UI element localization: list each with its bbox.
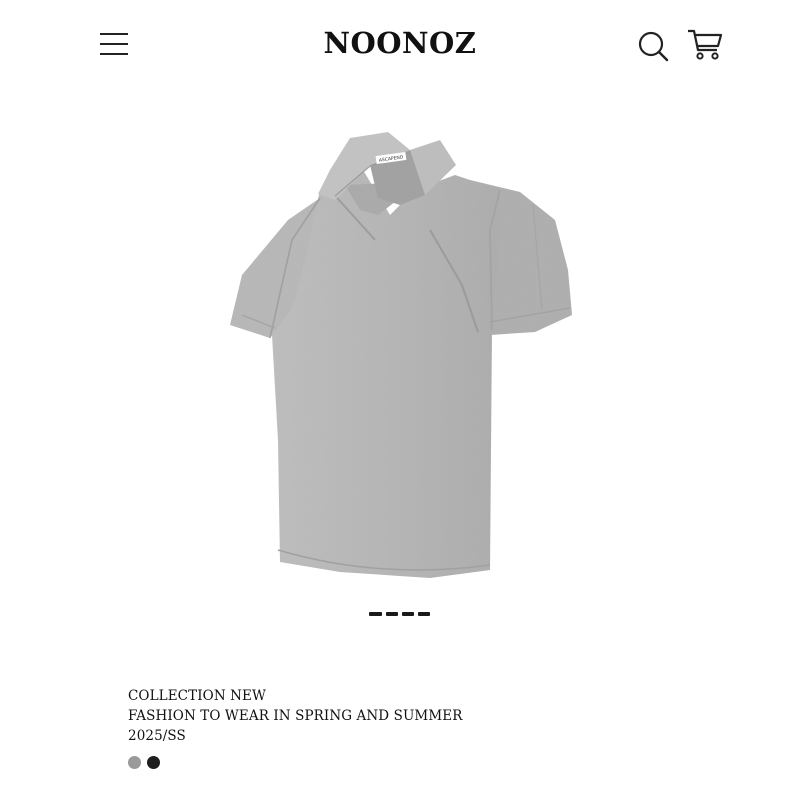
carousel-pagination bbox=[369, 612, 430, 618]
search-icon[interactable] bbox=[636, 28, 670, 64]
collection-tagline: FASHION TO WEAR IN SPRING AND SUMMER bbox=[128, 708, 463, 724]
color-swatch-grey[interactable] bbox=[128, 756, 141, 769]
color-swatches bbox=[128, 756, 160, 769]
color-swatch-black[interactable] bbox=[147, 756, 160, 769]
product-info: COLLECTION NEW FASHION TO WEAR IN SPRING… bbox=[128, 686, 463, 746]
pagination-dot-2[interactable] bbox=[386, 612, 398, 616]
brand-name: NOONOZ bbox=[323, 26, 477, 60]
collection-label: COLLECTION NEW bbox=[128, 688, 266, 704]
shopping-cart-icon[interactable] bbox=[686, 26, 724, 62]
grey-polo-shirt-image: ASCAPEND bbox=[230, 132, 572, 578]
pagination-dot-4[interactable] bbox=[418, 612, 430, 616]
pagination-dot-3[interactable] bbox=[402, 612, 414, 616]
brand-logo[interactable]: NOONOZ bbox=[0, 26, 800, 60]
season-label: 2025/SS bbox=[128, 728, 186, 744]
product-image-carousel[interactable]: ASCAPEND bbox=[200, 110, 600, 590]
top-navigation-bar: NOONOZ bbox=[0, 0, 800, 90]
pagination-dot-1[interactable] bbox=[369, 612, 382, 616]
